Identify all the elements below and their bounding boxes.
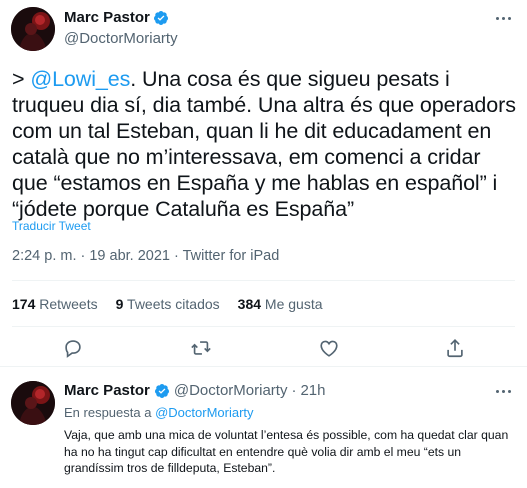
retweets-count: 174 (12, 296, 36, 312)
reply-icon[interactable] (62, 337, 84, 359)
tweet-actions (0, 329, 527, 365)
retweet-icon[interactable] (190, 337, 212, 359)
avatar[interactable] (11, 381, 55, 425)
avatar-image (11, 381, 55, 425)
like-icon[interactable] (318, 337, 340, 359)
tweet-timestamp[interactable]: 2:24 p. m. · 19 abr. 2021 · Twitter for … (12, 248, 279, 264)
replying-prefix: En respuesta a (64, 405, 152, 420)
avatar-image (11, 7, 55, 51)
author-name-text: Marc Pastor (64, 9, 150, 26)
main-tweet: Marc Pastor @DoctorMoriarty > @Lowi_es. … (0, 0, 527, 367)
reply-author-handle[interactable]: @DoctorMoriarty (174, 382, 288, 399)
share-icon[interactable] (444, 337, 466, 359)
likes-label: Me gusta (264, 296, 323, 312)
tweet-stats: 174 Retweets 9 Tweets citados 384 Me gus… (12, 296, 323, 312)
author-handle[interactable]: @DoctorMoriarty (64, 30, 178, 47)
retweets-label: Retweets (39, 296, 98, 312)
more-options-icon[interactable] (489, 8, 517, 28)
translate-tweet-link[interactable]: Traducir Tweet (12, 219, 91, 233)
verified-badge-icon (153, 10, 168, 25)
reply-header: Marc Pastor @DoctorMoriarty · 21h (64, 382, 325, 399)
divider (12, 280, 515, 281)
reply-time[interactable]: 21h (300, 382, 325, 399)
avatar[interactable] (11, 7, 55, 51)
replying-to: En respuesta a @DoctorMoriarty (64, 405, 254, 420)
author-name[interactable]: Marc Pastor (64, 9, 169, 26)
likes-count: 384 (237, 296, 262, 312)
replying-mention-link[interactable]: @DoctorMoriarty (155, 405, 253, 420)
separator-dot: · (291, 382, 297, 399)
reply-author-name[interactable]: Marc Pastor (64, 382, 150, 399)
retweets-stat[interactable]: 174 Retweets (12, 296, 98, 312)
verified-badge-icon (154, 383, 169, 398)
more-options-icon[interactable] (489, 381, 517, 401)
quotes-label: Tweets citados (127, 296, 220, 312)
tweet-text-prefix: > (12, 67, 31, 91)
divider (12, 326, 515, 327)
likes-stat[interactable]: 384 Me gusta (238, 296, 323, 312)
reply-tweet[interactable]: Marc Pastor @DoctorMoriarty · 21h En res… (0, 367, 527, 488)
quotes-count: 9 (115, 296, 124, 312)
mention-link[interactable]: @Lowi_es (30, 67, 130, 91)
quotes-stat[interactable]: 9 Tweets citados (116, 296, 220, 312)
reply-text: Vaja, que amb una mica de voluntat l’ent… (64, 428, 509, 475)
tweet-text: > @Lowi_es. Una cosa és que sigueu pesat… (12, 66, 517, 222)
